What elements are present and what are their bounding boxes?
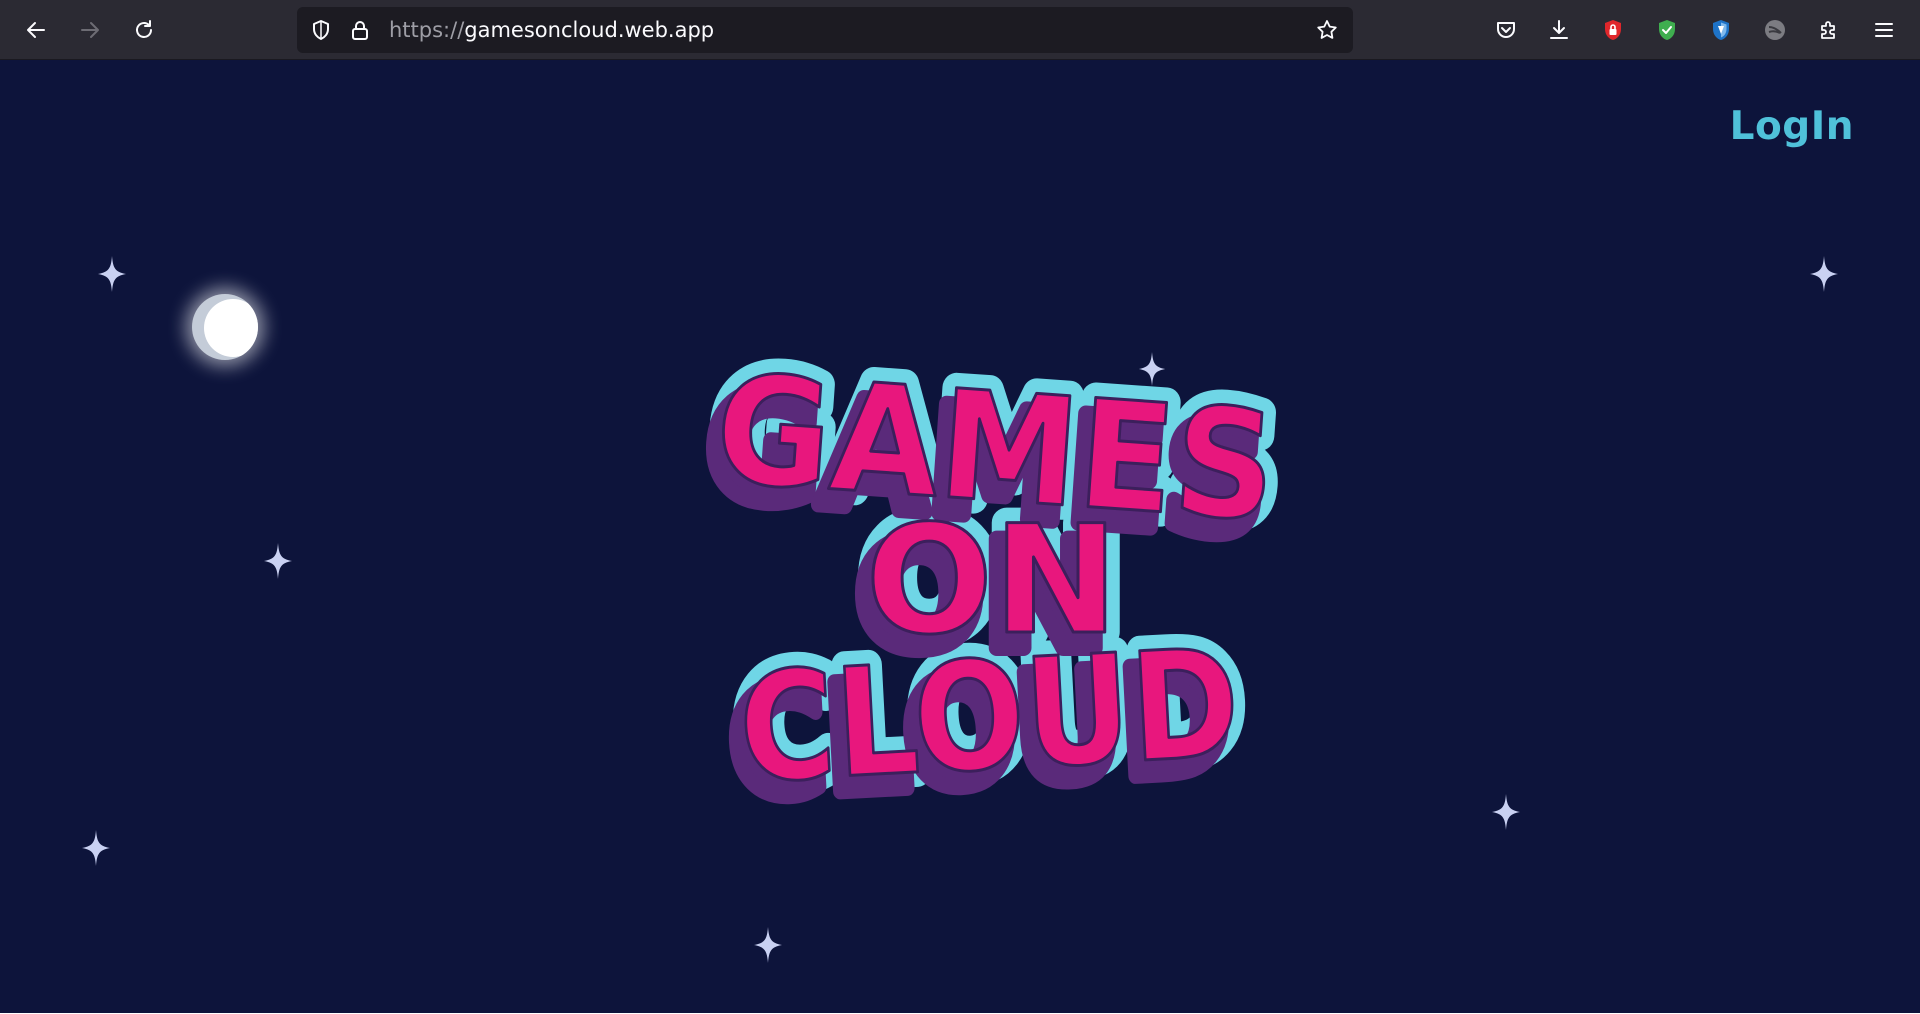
logo-line3: CLOUD bbox=[735, 617, 1243, 817]
download-icon[interactable] bbox=[1541, 12, 1577, 48]
browser-toolbar: https://gamesoncloud.web.app bbox=[0, 0, 1920, 60]
sparkle-star-icon bbox=[1492, 794, 1520, 830]
star-bookmark-icon[interactable] bbox=[1315, 18, 1339, 42]
sparkle-star-icon bbox=[82, 830, 110, 866]
moon-icon bbox=[192, 294, 258, 360]
sparkle-star-icon bbox=[1810, 256, 1838, 292]
url-text[interactable]: https://gamesoncloud.web.app bbox=[389, 7, 714, 53]
url-host: gamesoncloud.web.app bbox=[464, 18, 715, 42]
sparkle-star-icon bbox=[98, 256, 126, 292]
sparkle-star-icon bbox=[754, 927, 782, 963]
games-on-cloud-logo: GAMES ON CLOUD GAMES ON CLOUD GAMES ON C… bbox=[660, 328, 1320, 890]
extension-blue-shield-icon[interactable] bbox=[1703, 12, 1739, 48]
extensions-puzzle-icon[interactable] bbox=[1811, 12, 1847, 48]
forward-arrow-icon[interactable] bbox=[72, 12, 108, 48]
address-bar[interactable]: https://gamesoncloud.web.app bbox=[297, 7, 1353, 53]
extension-gray-circle-icon[interactable] bbox=[1757, 12, 1793, 48]
login-link[interactable]: LogIn bbox=[1730, 104, 1854, 149]
sparkle-star-icon bbox=[264, 543, 292, 579]
extension-green-shield-icon[interactable] bbox=[1649, 12, 1685, 48]
lock-icon[interactable] bbox=[348, 18, 372, 42]
menu-hamburger-icon[interactable] bbox=[1866, 12, 1902, 48]
back-arrow-icon[interactable] bbox=[18, 12, 54, 48]
pocket-icon[interactable] bbox=[1488, 12, 1524, 48]
shield-icon[interactable] bbox=[309, 18, 333, 42]
logo-art: GAMES ON CLOUD GAMES ON CLOUD GAMES ON C… bbox=[692, 328, 1296, 841]
extension-red-lock-icon[interactable] bbox=[1595, 12, 1631, 48]
page-viewport: LogIn GAMES ON CLOUD GAMES ON CLOUD GAME… bbox=[0, 60, 1920, 1013]
reload-icon[interactable] bbox=[126, 12, 162, 48]
url-scheme: https:// bbox=[389, 18, 465, 42]
